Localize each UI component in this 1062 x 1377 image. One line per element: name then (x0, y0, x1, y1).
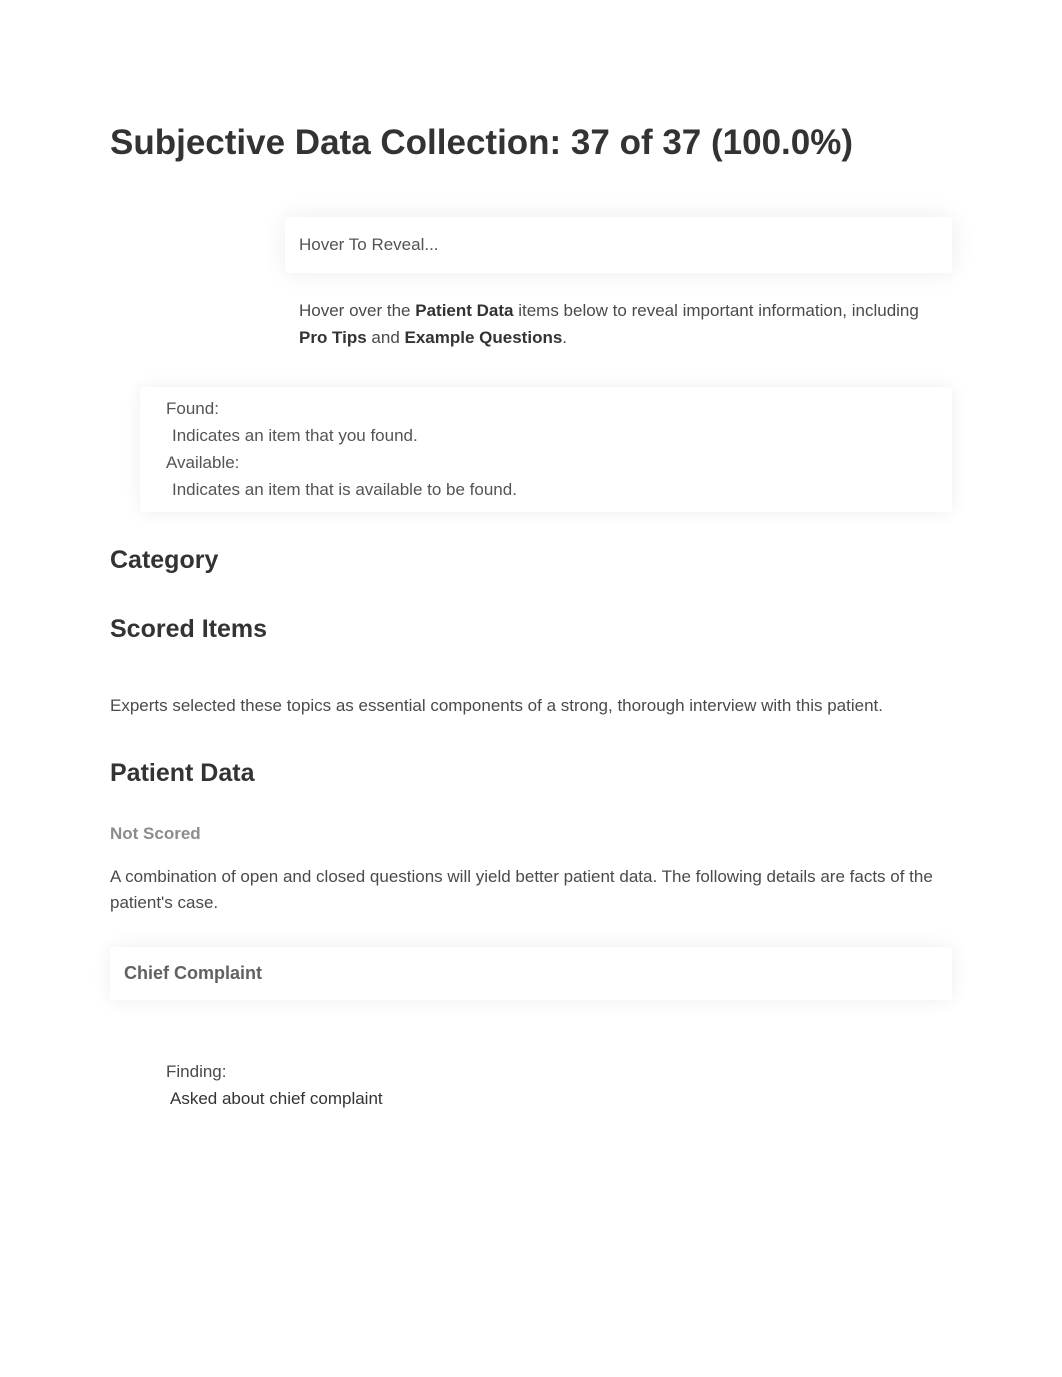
hover-desc-pro-tips: Pro Tips (299, 328, 367, 347)
legend-found-text: Indicates an item that you found. (166, 422, 926, 449)
patient-data-heading: Patient Data (110, 759, 952, 788)
legend-available-text: Indicates an item that is available to b… (166, 476, 926, 503)
scored-items-heading: Scored Items (110, 615, 952, 644)
legend-available-label: Available: (166, 449, 926, 476)
legend-found-label: Found: (166, 395, 926, 422)
chief-complaint-header[interactable]: Chief Complaint (110, 947, 952, 1000)
page-title: Subjective Data Collection: 37 of 37 (10… (110, 110, 952, 177)
scored-items-description: Experts selected these topics as essenti… (110, 692, 952, 719)
hover-instruction-text: Hover over the Patient Data items below … (285, 297, 952, 351)
finding-block: Finding: Asked about chief complaint (166, 1058, 952, 1112)
hover-desc-patient-data: Patient Data (415, 301, 513, 320)
hover-to-reveal-box[interactable]: Hover To Reveal... (285, 217, 952, 273)
finding-label: Finding: (166, 1058, 952, 1085)
finding-value: Asked about chief complaint (166, 1085, 952, 1112)
hover-desc-mid1: items below to reveal important informat… (513, 301, 918, 320)
legend-box: Found: Indicates an item that you found.… (140, 387, 952, 512)
not-scored-label: Not Scored (110, 824, 952, 844)
patient-data-description: A combination of open and closed questio… (110, 864, 952, 917)
category-heading: Category (110, 546, 952, 575)
hover-desc-example-questions: Example Questions (405, 328, 563, 347)
hover-desc-mid2: and (367, 328, 405, 347)
hover-desc-prefix: Hover over the (299, 301, 415, 320)
hover-desc-end: . (562, 328, 567, 347)
